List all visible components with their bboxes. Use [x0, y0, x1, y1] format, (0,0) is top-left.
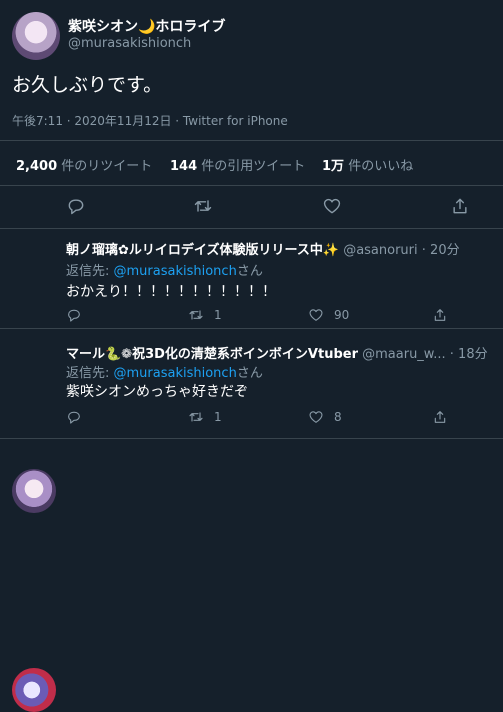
- reply-actions: 1 8: [66, 408, 486, 428]
- tweet-text: お久しぶりです。: [12, 74, 163, 96]
- likes-stat[interactable]: 1万 件のいいね: [322, 155, 413, 174]
- tweet-stats: 2,400 件のリツイート 144 件の引用ツイート 1万 件のいいね: [0, 140, 503, 186]
- like-button[interactable]: 8: [308, 408, 342, 426]
- retweet-button[interactable]: [193, 196, 213, 216]
- like-button[interactable]: 90: [308, 306, 349, 324]
- quotes-count: 144: [170, 159, 198, 174]
- share-button[interactable]: [432, 306, 458, 324]
- avatar[interactable]: [12, 668, 56, 712]
- reply-author-handle[interactable]: @asanoruri: [343, 243, 417, 258]
- likes-label: 件のいいね: [348, 159, 414, 174]
- like-count: 90: [334, 308, 350, 322]
- share-button[interactable]: [450, 196, 470, 216]
- reply-to-prefix: 返信先:: [66, 366, 114, 381]
- reply-icon: [68, 411, 80, 424]
- reply-button[interactable]: [66, 306, 92, 324]
- reply-to-link[interactable]: @murasakishionch: [114, 366, 237, 381]
- reply-author-handle[interactable]: @maaru_w...: [362, 347, 446, 362]
- reply-time[interactable]: · 20分: [422, 243, 460, 258]
- reply-author-name[interactable]: マール🐍❁祝3D化の清楚系ボインボインVtuber: [66, 347, 358, 362]
- share-icon: [434, 411, 446, 423]
- author-handle[interactable]: @murasakishionch: [68, 36, 191, 51]
- reply-to-suffix: さん: [236, 264, 263, 279]
- retweets-count: 2,400: [16, 159, 58, 174]
- reply-tweet[interactable]: マール🐍❁祝3D化の清楚系ボインボインVtuber @maaru_w... · …: [0, 329, 503, 712]
- like-button[interactable]: [322, 196, 342, 216]
- retweet-icon: [189, 412, 203, 422]
- reply-to-suffix: さん: [236, 366, 263, 381]
- reply-tweet[interactable]: 朝ノ瑠璃✿ルリイロデイズ体験版リリース中✨ @asanoruri · 20分 返…: [0, 229, 503, 513]
- avatar[interactable]: [12, 469, 56, 513]
- avatar[interactable]: [12, 12, 60, 60]
- quotes-stat[interactable]: 144 件の引用ツイート: [170, 155, 305, 174]
- reply-to-line: 返信先: @murasakishionchさん: [66, 260, 263, 279]
- reply-header: マール🐍❁祝3D化の清楚系ボインボインVtuber @maaru_w... · …: [66, 343, 488, 362]
- reply-time[interactable]: · 18分: [450, 347, 488, 362]
- reply-text: 紫咲シオンめっちゃ好きだぞ: [66, 384, 248, 400]
- likes-count: 1万: [322, 159, 345, 174]
- author-name[interactable]: 紫咲シオン🌙ホロライブ: [68, 16, 225, 36]
- like-icon: [323, 198, 341, 214]
- retweets-stat[interactable]: 2,400 件のリツイート: [16, 155, 152, 174]
- main-tweet: 紫咲シオン🌙ホロライブ @murasakishionch お久しぶりです。 午後…: [0, 0, 503, 229]
- tweet-meta: 午後7:11 · 2020年11月12日 · Twitter for iPhon…: [12, 114, 288, 128]
- retweet-icon: [194, 200, 212, 212]
- like-icon: [309, 411, 323, 423]
- like-count: 8: [334, 410, 342, 424]
- reply-header: 朝ノ瑠璃✿ルリイロデイズ体験版リリース中✨ @asanoruri · 20分: [66, 239, 460, 258]
- retweet-button[interactable]: 1: [188, 306, 222, 324]
- reply-actions: 1 90: [66, 306, 486, 326]
- retweet-count: 1: [214, 308, 222, 322]
- share-icon: [434, 309, 446, 321]
- retweet-icon: [189, 310, 203, 320]
- reply-to-prefix: 返信先:: [66, 264, 114, 279]
- reply-to-line: 返信先: @murasakishionchさん: [66, 362, 263, 381]
- share-button[interactable]: [432, 408, 458, 426]
- retweets-label: 件のリツイート: [61, 159, 153, 174]
- retweet-count: 1: [214, 410, 222, 424]
- reply-to-link[interactable]: @murasakishionch: [114, 264, 237, 279]
- reply-icon: [68, 199, 84, 215]
- reply-button[interactable]: [66, 408, 92, 426]
- reply-text: おかえり！！！！！！！！！！！: [66, 284, 276, 300]
- retweet-button[interactable]: 1: [188, 408, 222, 426]
- share-icon: [453, 198, 467, 214]
- reply-button[interactable]: [66, 196, 86, 216]
- tweet-actions: [0, 192, 503, 222]
- reply-icon: [68, 309, 80, 322]
- reply-author-name[interactable]: 朝ノ瑠璃✿ルリイロデイズ体験版リリース中✨: [66, 243, 339, 258]
- quotes-label: 件の引用ツイート: [201, 159, 306, 174]
- like-icon: [309, 309, 323, 321]
